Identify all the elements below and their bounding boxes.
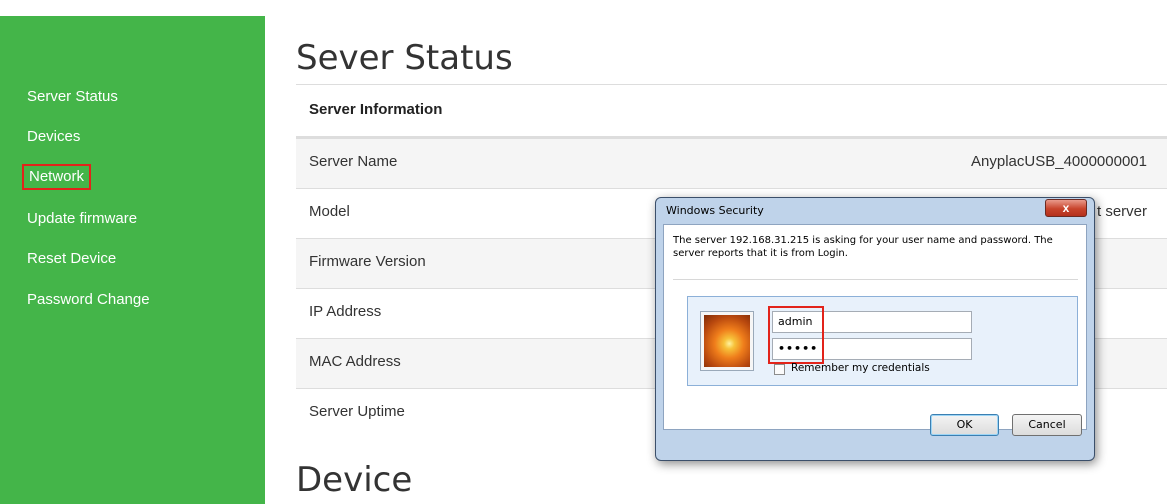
row-label: MAC Address <box>309 353 401 370</box>
dialog-title: Windows Security <box>666 204 764 217</box>
sidebar-item-password-change[interactable]: Password Change <box>27 291 150 308</box>
sidebar-item-server-status[interactable]: Server Status <box>27 88 118 105</box>
cropped-header-strip <box>0 0 1167 16</box>
device-heading: Device <box>296 460 413 500</box>
credential-panel: admin ••••• Remember my credentials <box>687 296 1078 386</box>
flower-icon <box>704 315 750 367</box>
page-title: Sever Status <box>296 38 513 78</box>
section-header-label: Server Information <box>309 101 443 118</box>
sidebar-item-update-firmware[interactable]: Update firmware <box>27 210 137 227</box>
row-value: AnyplacUSB_4000000001 <box>971 153 1147 170</box>
username-field[interactable]: admin <box>772 311 972 333</box>
sidebar: Server Status Devices Network Update fir… <box>0 16 265 504</box>
close-icon[interactable]: x <box>1045 199 1087 217</box>
sidebar-item-devices[interactable]: Devices <box>27 128 80 145</box>
dialog-message: The server 192.168.31.215 is asking for … <box>673 235 1053 259</box>
table-row: Server Name AnyplacUSB_4000000001 <box>296 138 1167 188</box>
remember-label[interactable]: Remember my credentials <box>791 362 930 374</box>
row-label: Model <box>309 203 350 220</box>
server-info-header: Server Information <box>296 84 1167 138</box>
user-avatar <box>700 311 754 371</box>
row-label: Firmware Version <box>309 253 426 270</box>
password-field[interactable]: ••••• <box>772 338 972 360</box>
dialog-body: The server 192.168.31.215 is asking for … <box>663 224 1087 430</box>
row-label: IP Address <box>309 303 382 320</box>
row-label: Server Name <box>309 153 398 170</box>
divider <box>673 279 1078 280</box>
remember-checkbox[interactable] <box>774 364 785 375</box>
sidebar-item-network[interactable]: Network <box>22 164 92 190</box>
cancel-button[interactable]: Cancel <box>1012 414 1082 436</box>
ok-button[interactable]: OK <box>930 414 999 436</box>
row-label: Server Uptime <box>309 403 405 420</box>
sidebar-item-reset-device[interactable]: Reset Device <box>27 250 116 267</box>
windows-security-dialog: Windows Security x The server 192.168.31… <box>655 197 1095 461</box>
row-value: t server <box>1096 203 1147 220</box>
